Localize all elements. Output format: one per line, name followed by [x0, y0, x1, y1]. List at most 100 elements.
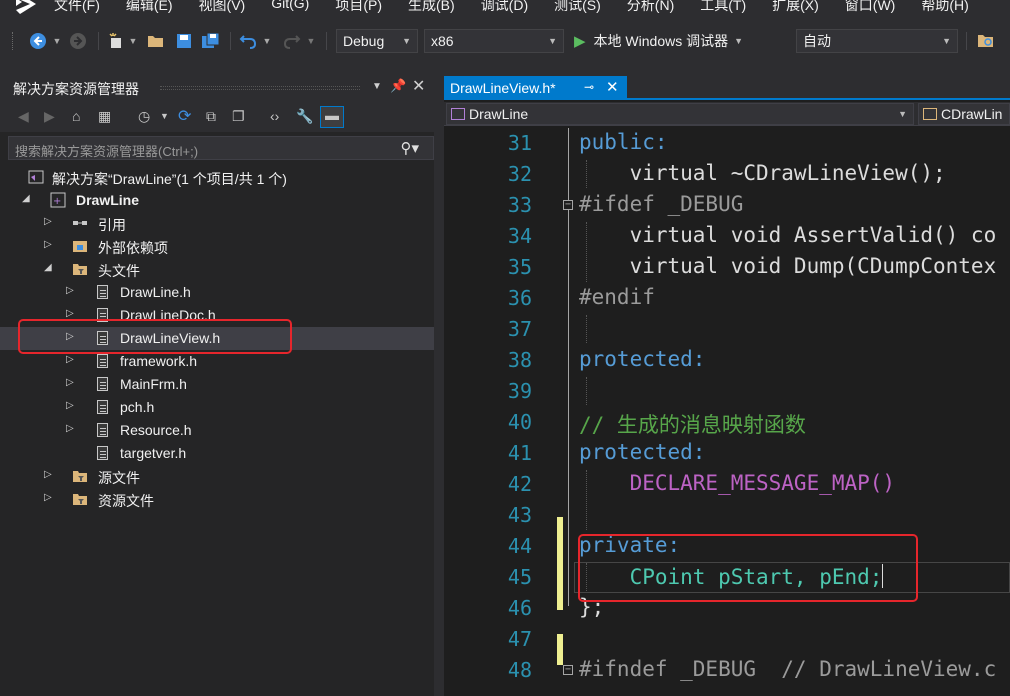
code-line[interactable]: 40 // 生成的消息映射函数	[444, 407, 1010, 438]
debug-target-dropdown[interactable]: 自动 ▼	[796, 29, 958, 53]
search-icon[interactable]: ⚲▾	[400, 139, 419, 157]
tree-item-file[interactable]: targetver.h	[0, 442, 434, 465]
collapsed-arrow-icon[interactable]: ▷	[44, 492, 52, 503]
expanded-arrow-icon[interactable]: ◢	[22, 193, 30, 204]
code-line[interactable]: 32 virtual ~CDrawLineView();	[444, 159, 1010, 190]
back-dropdown-icon[interactable]: ▼	[52, 31, 62, 51]
back-icon[interactable]: ◀	[18, 108, 29, 125]
solution-platform-dropdown[interactable]: x86 ▼	[424, 29, 564, 53]
collapse-all-icon[interactable]: ⧉	[206, 108, 216, 125]
collapsed-arrow-icon[interactable]: ▷	[66, 308, 74, 319]
code-line[interactable]: 36 #endif	[444, 283, 1010, 314]
tree-item-file[interactable]: ▷ pch.h	[0, 396, 434, 419]
undo-dropdown-icon[interactable]: ▼	[262, 31, 272, 51]
tree-item-file[interactable]: ▷ MainFrm.h	[0, 373, 434, 396]
filter-dropdown-icon[interactable]: ▼	[160, 111, 169, 121]
menu-analyze[interactable]: 分析(N)	[627, 0, 674, 15]
menu-window[interactable]: 窗口(W)	[845, 0, 896, 15]
collapsed-arrow-icon[interactable]: ▷	[44, 239, 52, 250]
code-line[interactable]: 31 public:	[444, 128, 1010, 159]
visual-studio-logo-icon[interactable]	[14, 0, 40, 14]
forward-icon[interactable]: ▶	[44, 108, 55, 125]
tree-item-header-files[interactable]: ◢ 头文件	[0, 258, 434, 281]
back-navigation-icon[interactable]	[28, 31, 48, 51]
type-scope-dropdown[interactable]: CDrawLin	[918, 103, 1010, 125]
new-project-icon[interactable]	[106, 31, 126, 51]
show-all-files-icon[interactable]: ❐	[232, 108, 245, 125]
save-all-icon[interactable]	[200, 31, 222, 51]
tree-item-file[interactable]: ▷ Resource.h	[0, 419, 434, 442]
collapsed-arrow-icon[interactable]: ▷	[66, 354, 74, 365]
tree-item-file[interactable]: ▷ DrawLine.h	[0, 281, 434, 304]
collapsed-arrow-icon[interactable]: ▷	[44, 469, 52, 480]
nav-class-label: CDrawLin	[941, 106, 1003, 122]
pin-tab-icon[interactable]: ⊸	[584, 80, 594, 94]
start-debugging-button[interactable]: ▶ 本地 Windows 调试器 ▼	[574, 30, 743, 52]
collapsed-arrow-icon[interactable]: ▷	[66, 423, 74, 434]
code-line[interactable]: 41 protected:	[444, 438, 1010, 469]
project-scope-dropdown[interactable]: DrawLine ▼	[446, 103, 914, 125]
home-icon[interactable]: ⌂	[72, 108, 80, 124]
close-tab-icon[interactable]: ✕	[606, 78, 619, 96]
code-line[interactable]: 33 − #ifdef _DEBUG	[444, 190, 1010, 221]
collapsed-arrow-icon[interactable]: ▷	[66, 377, 74, 388]
menu-project[interactable]: 项目(P)	[335, 0, 382, 15]
code-line[interactable]: 39	[444, 376, 1010, 407]
code-line[interactable]: 38 protected:	[444, 345, 1010, 376]
open-folder-icon[interactable]	[146, 31, 166, 51]
code-line[interactable]: 47	[444, 624, 1010, 655]
menu-extensions[interactable]: 扩展(X)	[772, 0, 819, 15]
preview-code-icon[interactable]: ‹›	[270, 108, 279, 124]
expanded-arrow-icon[interactable]: ◢	[44, 262, 52, 273]
new-dropdown-icon[interactable]: ▼	[128, 31, 138, 51]
solution-explorer-search-input[interactable]: 搜索解决方案资源管理器(Ctrl+;) ⚲▾	[8, 136, 434, 160]
tree-item-references[interactable]: ▷ 引用	[0, 212, 434, 235]
sync-icon[interactable]: ⟳	[178, 106, 191, 126]
code-line[interactable]: 35 virtual void Dump(CDumpContex	[444, 252, 1010, 283]
pin-icon[interactable]: 📌	[390, 78, 406, 94]
code-line[interactable]: 42 DECLARE_MESSAGE_MAP()	[444, 469, 1010, 548]
menu-tools[interactable]: 工具(T)	[700, 0, 746, 15]
preview-selected-items-icon[interactable]: ▬	[320, 106, 344, 128]
menu-file[interactable]: 文件(F)	[54, 0, 100, 15]
find-in-files-icon[interactable]	[976, 31, 996, 51]
code-line[interactable]: 48 − #ifndef _DEBUG // DrawLineView.c	[444, 655, 1010, 686]
menu-help[interactable]: 帮助(H)	[921, 0, 968, 15]
menu-debug[interactable]: 调试(D)	[481, 0, 528, 15]
menu-test[interactable]: 测试(S)	[554, 0, 601, 15]
window-position-dropdown-icon[interactable]: ▼	[372, 81, 382, 92]
tree-item-resource-files[interactable]: ▷ 资源文件	[0, 488, 434, 511]
menu-edit[interactable]: 编辑(E)	[126, 0, 173, 15]
collapsed-arrow-icon[interactable]: ▷	[66, 285, 74, 296]
collapsed-arrow-icon[interactable]: ▷	[44, 216, 52, 227]
tree-item-project[interactable]: ◢ + DrawLine	[0, 189, 434, 212]
menu-view[interactable]: 视图(V)	[199, 0, 246, 15]
tab-drawlineview-h[interactable]: DrawLineView.h* ⊸ ✕	[444, 76, 627, 100]
code-line[interactable]: 34 virtual void AssertValid() co	[444, 221, 1010, 252]
tree-item-solution[interactable]: 解决方案“DrawLine”(1 个项目/共 1 个)	[0, 166, 434, 189]
code-token: public:	[579, 130, 668, 154]
menu-git[interactable]: Git(G)	[271, 0, 309, 15]
code-line[interactable]: 37	[444, 314, 1010, 345]
pending-changes-filter-icon[interactable]: ◷	[138, 108, 150, 125]
properties-wrench-icon[interactable]: 🔧	[296, 108, 313, 125]
close-icon[interactable]: ✕	[412, 76, 425, 96]
solution-configuration-dropdown[interactable]: Debug ▼	[336, 29, 418, 53]
title-grip[interactable]	[160, 86, 360, 90]
toolbar-grip[interactable]	[12, 32, 16, 50]
file-label: DrawLine.h	[120, 284, 191, 300]
tree-item-external-dependencies[interactable]: ▷ 外部依赖项	[0, 235, 434, 258]
collapse-region-icon[interactable]: −	[563, 200, 573, 210]
code-area[interactable]: 31 public: 32 virtual ~CDrawLineView(); …	[444, 128, 1010, 696]
menu-build[interactable]: 生成(B)	[408, 0, 455, 15]
save-icon[interactable]	[174, 31, 194, 51]
undo-icon[interactable]	[238, 31, 258, 51]
redo-icon[interactable]	[282, 31, 302, 51]
tree-item-source-files[interactable]: ▷ 源文件	[0, 465, 434, 488]
code-line[interactable]: 43	[444, 500, 1010, 579]
redo-dropdown-icon[interactable]: ▼	[306, 31, 316, 51]
collapse-region-icon[interactable]: −	[563, 665, 573, 675]
switch-views-icon[interactable]: ▦	[98, 108, 111, 125]
forward-navigation-icon[interactable]	[68, 31, 88, 51]
collapsed-arrow-icon[interactable]: ▷	[66, 400, 74, 411]
